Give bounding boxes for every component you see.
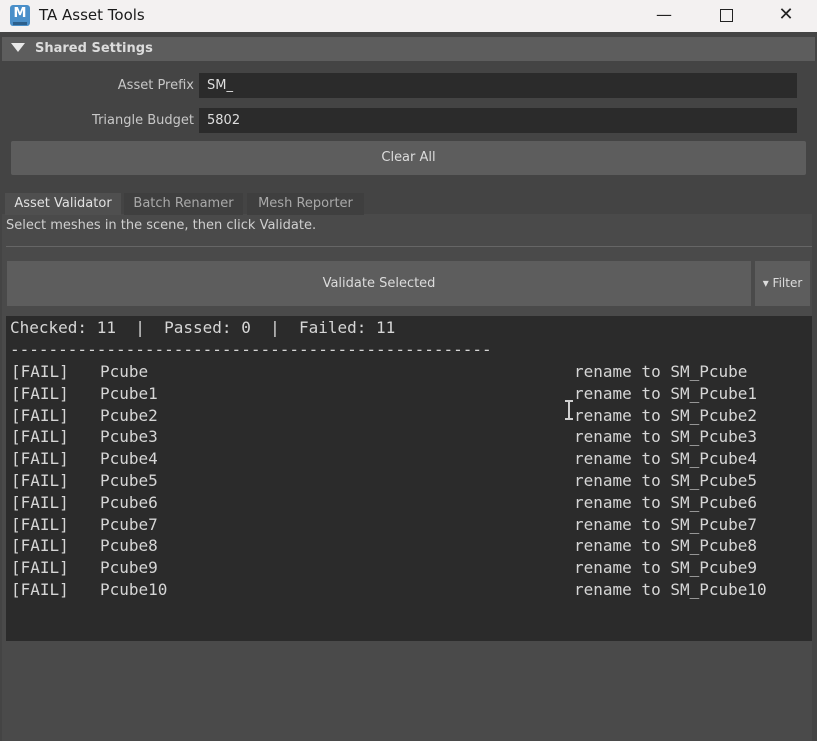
result-row: [FAIL] Pcube9 rename to SM_Pcube9 [6, 558, 812, 580]
separator-line: ----------------------------------------… [10, 340, 492, 359]
result-status: [FAIL] [11, 580, 69, 599]
title-bar[interactable]: M TA Asset Tools — ✕ [0, 0, 817, 32]
tab-batch-renamer[interactable]: Batch Renamer [124, 193, 243, 215]
result-status: [FAIL] [11, 449, 69, 469]
result-mesh-name: Pcube1 [100, 383, 158, 403]
close-icon: ✕ [778, 4, 794, 25]
shared-settings-header[interactable]: Shared Settings [2, 37, 815, 61]
result-row: [FAIL] Pcube10 rename to SM_Pcube10 [6, 580, 812, 602]
asset-prefix-label: Asset Prefix [117, 78, 194, 93]
result-status: [FAIL] [11, 362, 69, 381]
result-mesh-name: Pcube8 [100, 536, 158, 556]
result-row: [FAIL] Pcube6 rename to SM_Pcube6 [6, 493, 812, 515]
shared-settings-title: Shared Settings [35, 41, 153, 56]
result-action: rename to SM_Pcube7 [574, 514, 758, 534]
result-status: [FAIL] [11, 536, 69, 556]
result-status: [FAIL] [11, 471, 69, 490]
result-status: [FAIL] [11, 405, 69, 425]
result-row: [FAIL] Pcube8 rename to SM_Pcube8 [6, 536, 812, 558]
result-mesh-name: Pcube2 [100, 405, 158, 425]
triangle-budget-input[interactable] [199, 108, 797, 133]
summary-line: Checked: 11 | Passed: 0 | Failed: 11 [10, 318, 396, 337]
result-action: rename to SM_Pcube8 [574, 536, 758, 556]
result-row: [FAIL] Pcube5 rename to SM_Pcube5 [6, 471, 812, 493]
result-mesh-name: Pcube9 [100, 558, 158, 578]
collapse-triangle-icon[interactable] [11, 43, 25, 52]
result-status: [FAIL] [11, 492, 69, 512]
window-title: TA Asset Tools [39, 6, 145, 24]
result-action: rename to SM_Pcube9 [574, 558, 758, 578]
result-mesh-name: Pcube10 [100, 580, 168, 599]
result-action: rename to SM_Pcube10 [574, 580, 767, 599]
result-row: [FAIL] Pcube rename to SM_Pcube [6, 362, 812, 384]
result-mesh-name: Pcube7 [100, 514, 158, 534]
result-mesh-name: Pcube4 [100, 449, 158, 469]
minimize-icon: — [656, 5, 672, 24]
minimize-button[interactable]: — [641, 0, 687, 32]
result-mesh-name: Pcube6 [100, 492, 158, 512]
tab-mesh-reporter[interactable]: Mesh Reporter [247, 193, 364, 215]
tab-asset-validator[interactable]: Asset Validator [5, 193, 121, 215]
result-action: rename to SM_Pcube3 [574, 427, 758, 447]
result-status: [FAIL] [11, 383, 69, 403]
maximize-button[interactable] [703, 0, 749, 32]
result-action: rename to SM_Pcube4 [574, 449, 758, 469]
clear-all-button[interactable]: Clear All [11, 141, 806, 175]
text-cursor-icon [565, 400, 573, 420]
result-status: [FAIL] [11, 514, 69, 534]
close-button[interactable]: ✕ [763, 0, 809, 32]
app-icon-letter: M [13, 6, 27, 21]
result-row: [FAIL] Pcube1 rename to SM_Pcube1 [6, 384, 812, 406]
asset-prefix-input[interactable] [199, 73, 797, 98]
result-row: [FAIL] Pcube2 rename to SM_Pcube2 [6, 406, 812, 428]
maya-app-icon: M [10, 5, 30, 26]
result-status: [FAIL] [11, 558, 69, 578]
result-action: rename to SM_Pcube5 [574, 471, 758, 490]
validate-selected-button[interactable]: Validate Selected [7, 261, 751, 306]
validator-hint: Select meshes in the scene, then click V… [6, 218, 317, 233]
filter-button[interactable]: ▾ Filter [755, 261, 810, 306]
result-action: rename to SM_Pcube2 [574, 405, 758, 425]
divider [6, 246, 812, 247]
triangle-budget-label: Triangle Budget [92, 113, 194, 128]
result-row: [FAIL] Pcube4 rename to SM_Pcube4 [6, 449, 812, 471]
results-output[interactable]: Checked: 11 | Passed: 0 | Failed: 11 ---… [6, 316, 812, 641]
result-row: [FAIL] Pcube3 rename to SM_Pcube3 [6, 427, 812, 449]
result-action: rename to SM_Pcube1 [574, 383, 758, 403]
result-status: [FAIL] [11, 427, 69, 447]
result-mesh-name: Pcube [100, 362, 149, 381]
result-action: rename to SM_Pcube [574, 362, 748, 381]
result-action: rename to SM_Pcube6 [574, 492, 758, 512]
result-mesh-name: Pcube5 [100, 471, 158, 490]
maximize-icon [719, 9, 733, 22]
result-mesh-name: Pcube3 [100, 427, 158, 447]
result-row: [FAIL] Pcube7 rename to SM_Pcube7 [6, 515, 812, 537]
